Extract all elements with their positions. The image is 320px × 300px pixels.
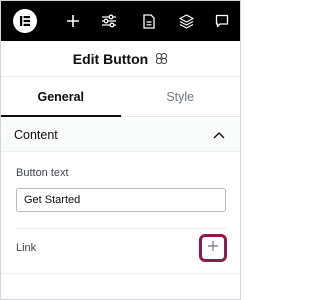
button-text-label: Button text [16,167,69,179]
panel-header: Edit Button [1,41,240,77]
sliders-icon[interactable] [97,1,121,41]
plus-icon[interactable] [61,1,85,41]
chevron-up-icon[interactable] [213,126,225,144]
tab-style[interactable]: Style [121,78,241,116]
plus-icon [207,239,219,257]
button-text-input[interactable] [16,188,226,212]
layers-icon[interactable] [174,1,198,41]
tab-bar: General Style [1,78,240,117]
section-content-header[interactable]: Content [1,118,240,152]
add-link-button[interactable] [199,234,227,262]
editor-panel: Edit Button General Style Content Button… [0,0,241,300]
ai-sparkle-icon[interactable] [155,52,168,65]
tab-general[interactable]: General [1,78,121,117]
page-title: Edit Button [72,50,149,67]
divider [1,273,240,274]
elementor-logo-icon[interactable] [13,9,37,33]
top-toolbar [1,1,240,41]
link-label: Link [16,242,37,254]
comment-icon[interactable] [210,1,234,41]
page-icon[interactable] [137,1,161,41]
section-title: Content [14,127,58,142]
divider [16,228,226,229]
